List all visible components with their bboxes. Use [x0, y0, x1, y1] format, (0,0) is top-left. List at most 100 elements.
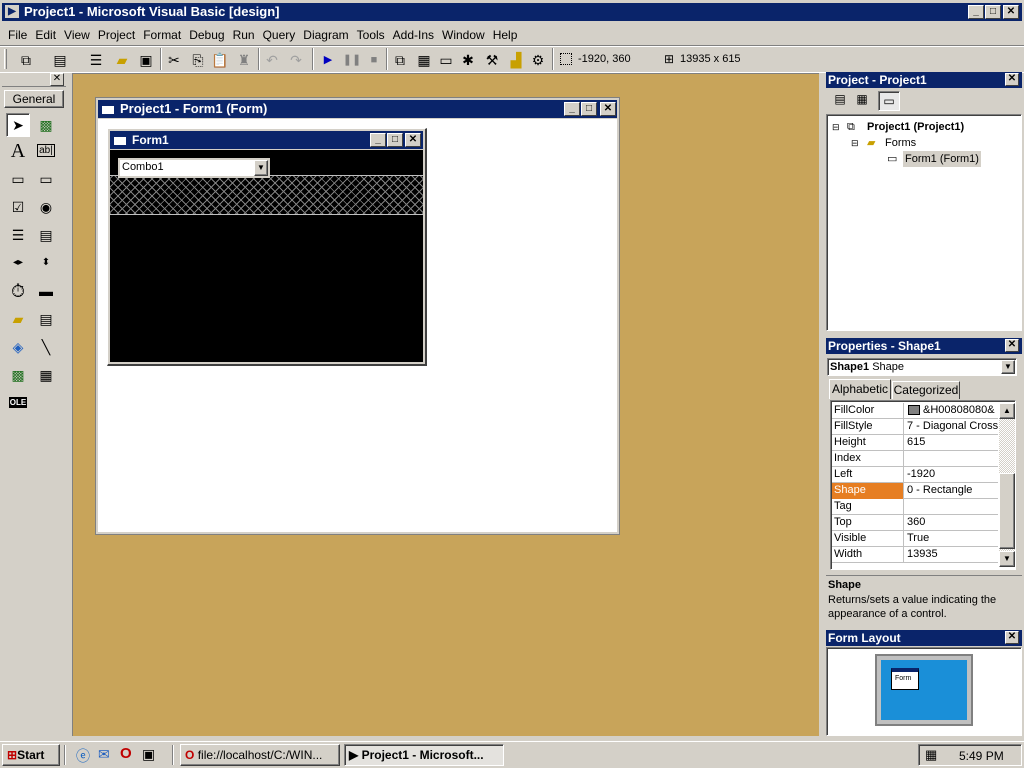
image-tool[interactable]: ▩ [6, 363, 30, 387]
property-row[interactable]: FillStyle 7 - Diagonal Cross [832, 419, 998, 435]
object-selector[interactable]: Shape1 Shape ▼ [827, 358, 1017, 376]
project-explorer-icon[interactable]: ⧉ [390, 50, 410, 70]
open-project-icon[interactable]: ▰ [112, 50, 132, 70]
taskbar-vb-button[interactable]: ▶ Project1 - Microsoft... [344, 744, 504, 766]
combo1-combobox[interactable]: Combo1 ▼ [118, 158, 270, 178]
designer-minimize-button[interactable]: _ [564, 102, 580, 116]
checkbox-tool[interactable]: ☑ [6, 195, 30, 219]
picturebox-tool[interactable]: ▩ [34, 113, 58, 137]
view-code-icon[interactable]: ▤ [830, 92, 850, 110]
property-row[interactable]: Shape 0 - Rectangle [832, 483, 998, 499]
maximize-button[interactable]: □ [985, 5, 1001, 19]
minimize-button[interactable]: _ [968, 5, 984, 19]
property-value[interactable]: True [906, 531, 998, 547]
property-value[interactable]: 7 - Diagonal Cross [906, 419, 998, 435]
designer-close-button[interactable]: ✕ [600, 102, 616, 116]
combo1-dropdown-arrow[interactable]: ▼ [254, 160, 268, 176]
toolbox-close-icon[interactable]: ✕ [50, 73, 64, 86]
project-root-toggle[interactable]: ⊟ [832, 119, 840, 135]
ole-tool[interactable]: OLE [6, 391, 30, 415]
property-value[interactable] [906, 499, 998, 515]
view-object-icon[interactable]: ▦ [852, 92, 872, 110]
property-row[interactable]: FillColor &H00808080& [832, 403, 998, 419]
menu-help[interactable]: Help [489, 26, 522, 44]
form1-window[interactable]: Form1 _ □ ✕ Combo1 ▼ [107, 128, 427, 366]
find-icon[interactable]: ♜ [234, 50, 254, 70]
property-row[interactable]: Width 13935 [832, 547, 998, 563]
tab-categorized[interactable]: Categorized [892, 381, 960, 399]
property-row[interactable]: Left -1920 [832, 467, 998, 483]
menu-edit[interactable]: Edit [31, 26, 60, 44]
undo-icon[interactable]: ↶ [262, 50, 282, 70]
pointer-tool[interactable]: ➤ [6, 113, 30, 137]
property-row[interactable]: Index [832, 451, 998, 467]
toolbox-tab-general[interactable]: General [4, 90, 64, 108]
scroll-thumb[interactable] [999, 473, 1015, 549]
menu-window[interactable]: Window [438, 26, 489, 44]
project-root-node[interactable]: Project1 (Project1) [867, 119, 964, 135]
hscrollbar-tool[interactable]: ◂▸ [6, 251, 30, 275]
vscrollbar-tool[interactable]: ⬍ [34, 251, 58, 275]
menu-tools[interactable]: Tools [353, 26, 389, 44]
paste-icon[interactable]: 📋 [210, 50, 230, 70]
cut-icon[interactable]: ✂ [164, 50, 184, 70]
property-row[interactable]: Top 360 [832, 515, 998, 531]
property-value[interactable]: 360 [906, 515, 998, 531]
show-desktop-icon[interactable]: ▣ [142, 746, 155, 763]
filelistbox-tool[interactable]: ▤ [34, 307, 58, 331]
component-manager-icon[interactable]: ⚙ [528, 50, 548, 70]
menu-editor-icon[interactable]: ☰ [86, 50, 106, 70]
form-layout-close-icon[interactable]: ✕ [1005, 631, 1019, 644]
scroll-up-arrow[interactable]: ▲ [999, 403, 1015, 419]
start-button[interactable]: ⊞Start [2, 744, 60, 766]
menu-view[interactable]: View [60, 26, 94, 44]
copy-icon[interactable]: ⎘ [188, 50, 208, 70]
form1-node[interactable]: Form1 (Form1) [903, 151, 981, 167]
menu-file[interactable]: File [4, 26, 31, 44]
form1-maximize-button[interactable]: □ [387, 133, 403, 147]
project-explorer-close-icon[interactable]: ✕ [1005, 73, 1019, 86]
listbox-tool[interactable]: ▤ [34, 223, 58, 247]
object-selector-arrow[interactable]: ▼ [1001, 360, 1015, 374]
property-value[interactable]: -1920 [906, 467, 998, 483]
property-value[interactable] [906, 451, 998, 467]
form-layout-preview[interactable]: Form [891, 668, 919, 690]
toggle-folders-icon[interactable]: ▭ [878, 91, 900, 111]
shape1-rectangle[interactable] [110, 175, 423, 215]
property-row[interactable]: Tag [832, 499, 998, 515]
combobox-tool[interactable]: ☰ [6, 223, 30, 247]
property-row[interactable]: Height 615 [832, 435, 998, 451]
property-value[interactable]: &H00808080& [906, 403, 998, 419]
menu-diagram[interactable]: Diagram [299, 26, 352, 44]
form1-close-button[interactable]: ✕ [405, 133, 421, 147]
outlook-express-icon[interactable]: ✉ [98, 746, 110, 763]
forms-folder-node[interactable]: Forms [885, 135, 916, 151]
property-scrollbar[interactable]: ▲ ▼ [999, 403, 1015, 567]
opera-icon[interactable]: O [120, 745, 132, 762]
menu-add-ins[interactable]: Add-Ins [389, 26, 438, 44]
shape-tool[interactable]: ◈ [6, 335, 30, 359]
menu-project[interactable]: Project [94, 26, 139, 44]
dirlistbox-tool[interactable]: ▰ [6, 307, 30, 331]
end-icon[interactable]: ■ [364, 50, 384, 70]
timer-tool[interactable]: ⏱ [6, 279, 30, 303]
menu-format[interactable]: Format [139, 26, 185, 44]
clock[interactable]: 5:49 PM [959, 749, 1004, 763]
label-tool[interactable]: A [6, 139, 30, 163]
add-project-icon[interactable]: ⧉ [16, 50, 36, 70]
menu-query[interactable]: Query [259, 26, 300, 44]
properties-close-icon[interactable]: ✕ [1005, 339, 1019, 352]
property-row[interactable]: Visible True [832, 531, 998, 547]
object-browser-icon[interactable]: ✱ [458, 50, 478, 70]
internet-explorer-icon[interactable]: ⓔ [76, 746, 90, 766]
start-icon[interactable]: ▶ [318, 50, 338, 70]
optionbutton-tool[interactable]: ◉ [34, 195, 58, 219]
properties-window-icon[interactable]: ▦ [414, 50, 434, 70]
forms-folder-toggle[interactable]: ⊟ [851, 135, 859, 151]
drivelistbox-tool[interactable]: ▬ [34, 279, 58, 303]
menu-debug[interactable]: Debug [185, 26, 228, 44]
close-button[interactable]: ✕ [1003, 5, 1019, 19]
property-value[interactable]: 13935 [906, 547, 998, 563]
tab-alphabetic[interactable]: Alphabetic [829, 379, 891, 399]
menu-run[interactable]: Run [229, 26, 259, 44]
